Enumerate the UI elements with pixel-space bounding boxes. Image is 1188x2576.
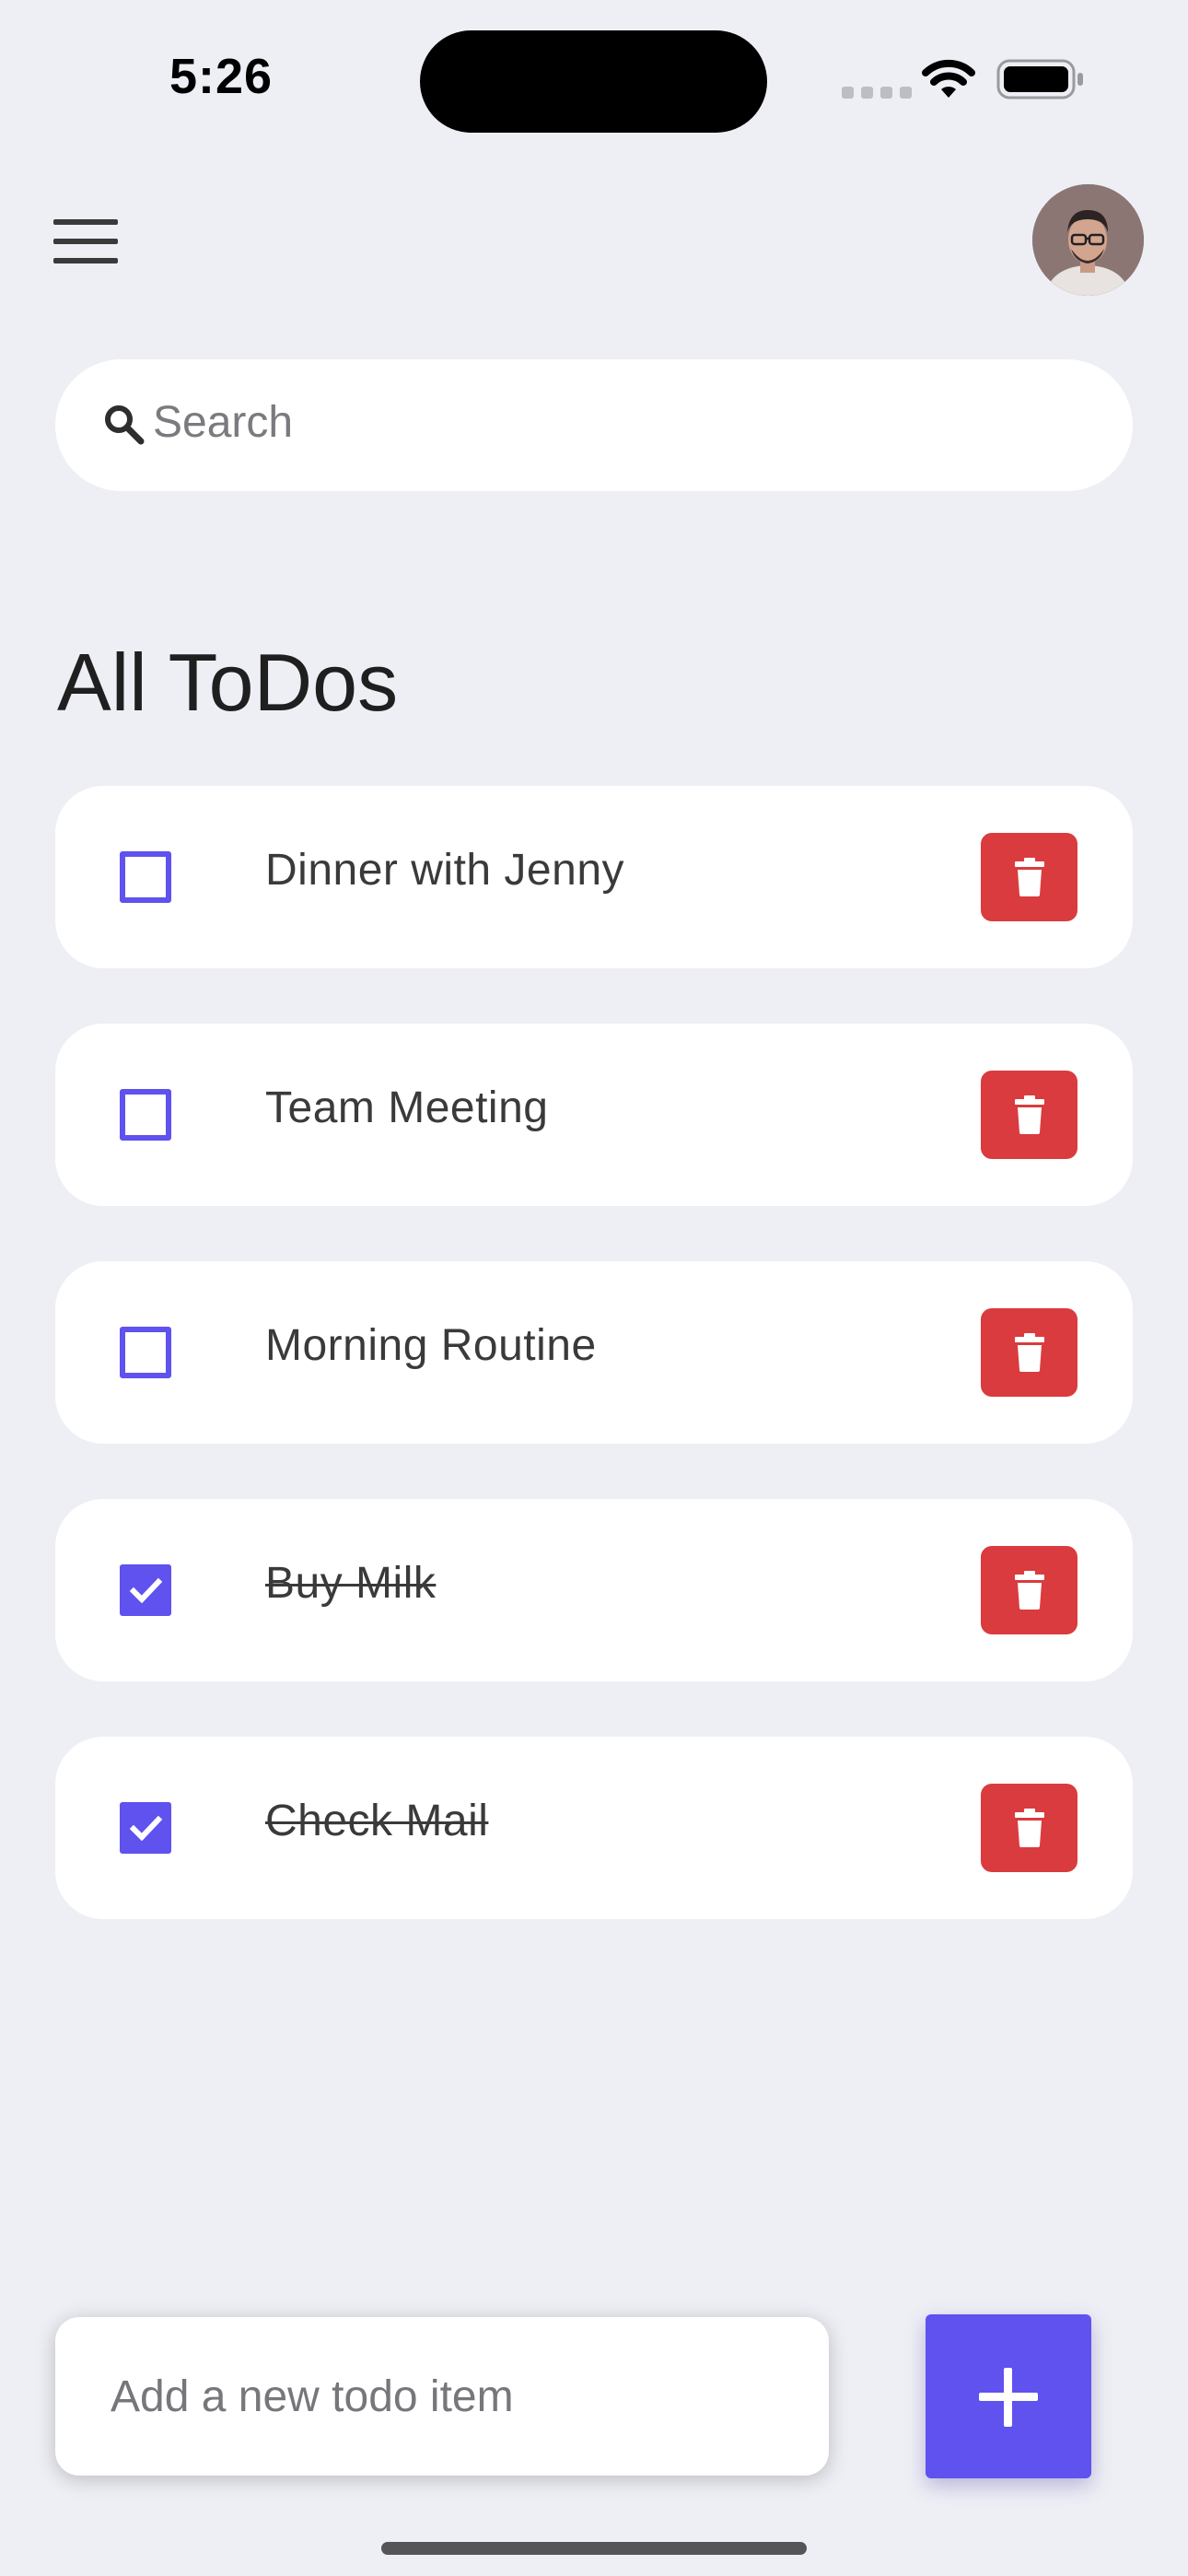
plus-icon [926, 2314, 1091, 2478]
status-bar: 5:26 [0, 0, 1188, 157]
todo-item: Dinner with Jenny [55, 786, 1133, 968]
todo-item: Morning Routine [55, 1261, 1133, 1444]
home-indicator [381, 2542, 807, 2555]
search-icon [105, 405, 145, 445]
battery-icon [996, 59, 1083, 100]
todo-checkbox[interactable] [120, 851, 171, 903]
todo-text: Dinner with Jenny [265, 846, 625, 895]
signal-icon [842, 87, 912, 99]
todo-item: Check Mail [55, 1737, 1133, 1919]
delete-button[interactable] [981, 833, 1077, 921]
hamburger-menu-icon[interactable] [53, 219, 118, 263]
dynamic-island [420, 30, 767, 133]
checkmark-icon [129, 1815, 163, 1842]
trash-icon [1014, 1809, 1044, 1847]
avatar-image [1032, 184, 1144, 296]
add-todo-button[interactable] [926, 2314, 1091, 2478]
todo-checkbox[interactable] [120, 1564, 171, 1616]
trash-icon [1014, 1333, 1044, 1372]
checkmark-icon [129, 1577, 163, 1604]
delete-button[interactable] [981, 1546, 1077, 1634]
status-time: 5:26 [169, 49, 274, 104]
trash-icon [1014, 858, 1044, 896]
todo-checkbox[interactable] [120, 1327, 171, 1378]
delete-button[interactable] [981, 1784, 1077, 1872]
page-title: All ToDos [57, 637, 399, 728]
todo-app-screen: 5:26 Search All ToDos Dinner with Jenny … [0, 0, 1188, 2576]
new-todo-input[interactable] [111, 2359, 792, 2433]
todo-checkbox[interactable] [120, 1802, 171, 1854]
new-todo-field[interactable] [55, 2317, 829, 2476]
delete-button[interactable] [981, 1071, 1077, 1159]
todo-checkbox[interactable] [120, 1089, 171, 1141]
trash-icon [1014, 1095, 1044, 1134]
user-avatar[interactable] [1032, 184, 1144, 296]
todo-item: Team Meeting [55, 1024, 1133, 1206]
todo-item: Buy Milk [55, 1499, 1133, 1681]
todo-text: Team Meeting [265, 1083, 549, 1132]
trash-icon [1014, 1571, 1044, 1610]
wifi-icon [922, 59, 975, 98]
todo-text: Check Mail [265, 1797, 489, 1845]
todo-text: Buy Milk [265, 1559, 437, 1608]
todo-text: Morning Routine [265, 1321, 597, 1370]
search-bar[interactable] [55, 359, 1133, 491]
search-input[interactable] [153, 385, 1092, 459]
delete-button[interactable] [981, 1308, 1077, 1397]
